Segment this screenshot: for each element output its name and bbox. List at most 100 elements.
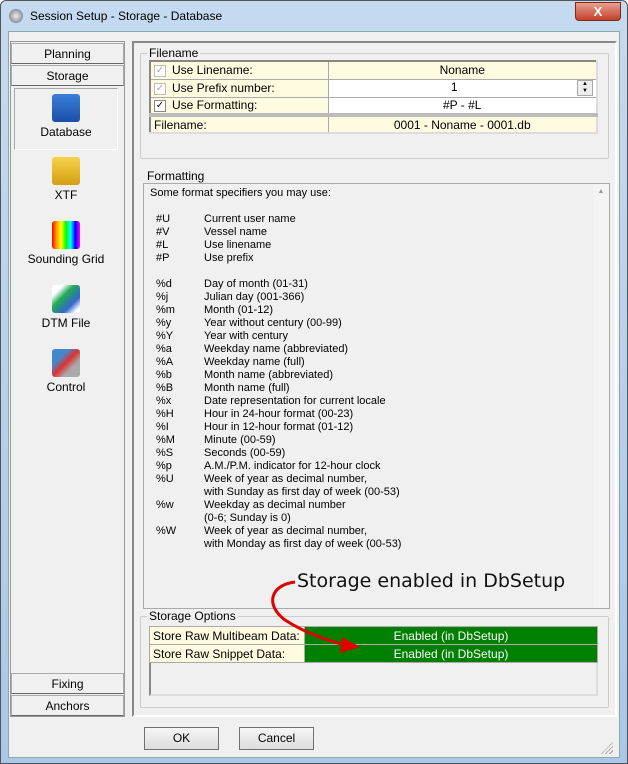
- filename-group-title: Filename: [147, 46, 201, 60]
- dtm-icon: [52, 285, 80, 313]
- filename-group: Filename ✓ Use Linename: Noname ✓ Use Prefi…: [140, 46, 609, 159]
- row-label: Use Prefix number:: [172, 81, 275, 95]
- vertical-scrollbar[interactable]: ▲: [593, 184, 609, 608]
- specifier-code: %I: [156, 421, 169, 433]
- specifier-code: #V: [156, 226, 170, 238]
- specifier-description: Hour in 12-hour format (01-12): [204, 421, 354, 433]
- specifier-code: %j: [156, 291, 169, 303]
- specifier-description: Year without century (00-99): [204, 317, 342, 329]
- row-label: Use Formatting:: [172, 98, 258, 113]
- tab-anchors[interactable]: Anchors: [11, 695, 124, 716]
- nav-item-xtf[interactable]: XTF: [14, 152, 118, 214]
- specifier-description: with Sunday as first day of week (00-53): [204, 486, 400, 498]
- nav-item-control[interactable]: Control: [14, 344, 118, 406]
- row-use-formatting: ✓ Use Formatting: #P - #L: [149, 96, 598, 116]
- close-button[interactable]: X: [575, 2, 621, 21]
- specifier-code: %m: [156, 304, 175, 316]
- nav-item-label: Sounding Grid: [27, 252, 105, 266]
- xtf-disk-icon: [52, 157, 80, 185]
- linename-value[interactable]: Noname: [327, 60, 598, 80]
- specifier-code: %A: [156, 356, 174, 368]
- specifier-description: Date representation for current locale: [204, 395, 386, 407]
- specifier-description: (0-6; Sunday is 0): [204, 512, 291, 524]
- annotation-arrow-icon: [271, 580, 360, 653]
- scroll-up-icon[interactable]: ▲: [593, 188, 609, 195]
- specifier-code: #U: [156, 213, 171, 225]
- formatting-help-text: Some format specifiers you may use: #U Cu…: [143, 183, 610, 609]
- prefix-value[interactable]: 1: [451, 80, 458, 94]
- specifier-description: Hour in 24-hour format (00-23): [204, 408, 354, 420]
- specifier-code: %a: [156, 343, 172, 355]
- nav-item-database[interactable]: Database: [14, 88, 118, 150]
- use-formatting-checkbox[interactable]: ✓: [154, 100, 166, 113]
- specifier-code: %y: [156, 317, 172, 329]
- specifier-description: Seconds (00-59): [204, 447, 286, 459]
- prefix-spinner[interactable]: ▲ ▼: [577, 80, 593, 96]
- specifier-code: %x: [156, 395, 172, 407]
- row-label: Use Linename:: [172, 63, 253, 78]
- specifier-code: %S: [156, 447, 174, 459]
- specifier-code: %Y: [156, 330, 174, 342]
- row-use-prefix: ✓ Use Prefix number: ▲ ▼ 1: [149, 78, 598, 98]
- specifier-description: Month name (abbreviated): [204, 369, 334, 381]
- specifier-code: %b: [156, 369, 172, 381]
- specifier-description: Month name (full): [204, 382, 290, 394]
- nav-item-dtm-file[interactable]: DTM File: [14, 280, 118, 342]
- specifier-code: %w: [156, 499, 174, 511]
- nav-item-label: Database: [40, 125, 92, 139]
- use-linename-checkbox[interactable]: ✓: [154, 65, 166, 78]
- use-prefix-checkbox[interactable]: ✓: [154, 82, 166, 95]
- specifier-code: #P: [156, 252, 170, 264]
- control-icon: [52, 349, 80, 377]
- specifier-code: %B: [156, 382, 174, 394]
- specifier-description: Julian day (001-366): [204, 291, 305, 303]
- row-store-multibeam: Store Raw Multibeam Data: Enabled (in DbS…: [149, 626, 598, 645]
- nav-item-label: DTM File: [41, 316, 91, 330]
- specifier-code: %M: [156, 434, 175, 446]
- specifier-description: Day of month (01-31): [204, 278, 308, 290]
- filename-grid: ✓ Use Linename: Noname ✓ Use Prefix number:…: [149, 60, 598, 134]
- title-bar: Session Setup - Storage - Database X: [1, 1, 627, 31]
- specifier-description: Month (01-12): [204, 304, 274, 316]
- specifier-code: %W: [156, 525, 177, 537]
- tab-fixing[interactable]: Fixing: [11, 673, 124, 694]
- storage-options-title: Storage Options: [147, 609, 238, 623]
- formatting-group-title: Formatting: [145, 169, 207, 183]
- resize-grip-icon[interactable]: [601, 742, 613, 754]
- specifier-description: Vessel name: [204, 226, 267, 238]
- specifier-description: with Monday as first day of week (00-53): [204, 538, 402, 550]
- storage-options-group: Storage Options Store Raw Multibeam Data…: [140, 609, 609, 708]
- row-store-snippet: Store Raw Snippet Data: Enabled (in DbSet…: [149, 644, 598, 663]
- formatting-value[interactable]: #P - #L: [327, 96, 598, 116]
- nav-item-label: XTF: [54, 188, 78, 202]
- specifier-code: %H: [156, 408, 174, 420]
- specifier-description: Weekday as decimal number: [204, 499, 346, 511]
- ok-button[interactable]: OK: [144, 727, 219, 750]
- specifier-description: Use prefix: [204, 252, 254, 264]
- filename-value: 0001 - Noname - 0001.db: [327, 114, 598, 134]
- specifier-description: Week of year as decimal number,: [204, 525, 368, 537]
- specifier-code: %U: [156, 473, 174, 485]
- floppy-disk-icon: [52, 94, 80, 122]
- content-panel: Filename ✓ Use Linename: Noname ✓ Use Prefi…: [132, 41, 617, 717]
- specifier-description: Weekday name (abbreviated): [204, 343, 349, 355]
- tab-storage[interactable]: Storage: [11, 65, 124, 86]
- specifier-description: Year with century: [204, 330, 288, 342]
- specifier-description: Current user name: [204, 213, 296, 225]
- nav-item-label: Control: [46, 380, 86, 394]
- specifier-description: Use linename: [204, 239, 272, 251]
- cancel-button[interactable]: Cancel: [239, 727, 314, 750]
- specifier-code: %p: [156, 460, 172, 472]
- formatting-intro: Some format specifiers you may use:: [150, 187, 331, 199]
- tab-planning[interactable]: Planning: [11, 43, 124, 64]
- specifier-code: %d: [156, 278, 172, 290]
- grid-icon: [52, 221, 80, 249]
- app-gear-icon: [9, 9, 23, 23]
- storage-items: Database XTF Sounding Grid DTM File Cont…: [14, 88, 121, 669]
- storage-grid: Store Raw Multibeam Data: Enabled (in DbS…: [149, 626, 598, 663]
- specifier-description: Weekday name (full): [204, 356, 305, 368]
- specifier-description: Week of year as decimal number,: [204, 473, 368, 485]
- specifier-description: Minute (00-59): [204, 434, 276, 446]
- row-use-linename: ✓ Use Linename: Noname: [149, 60, 598, 80]
- nav-item-sounding-grid[interactable]: Sounding Grid: [14, 216, 118, 278]
